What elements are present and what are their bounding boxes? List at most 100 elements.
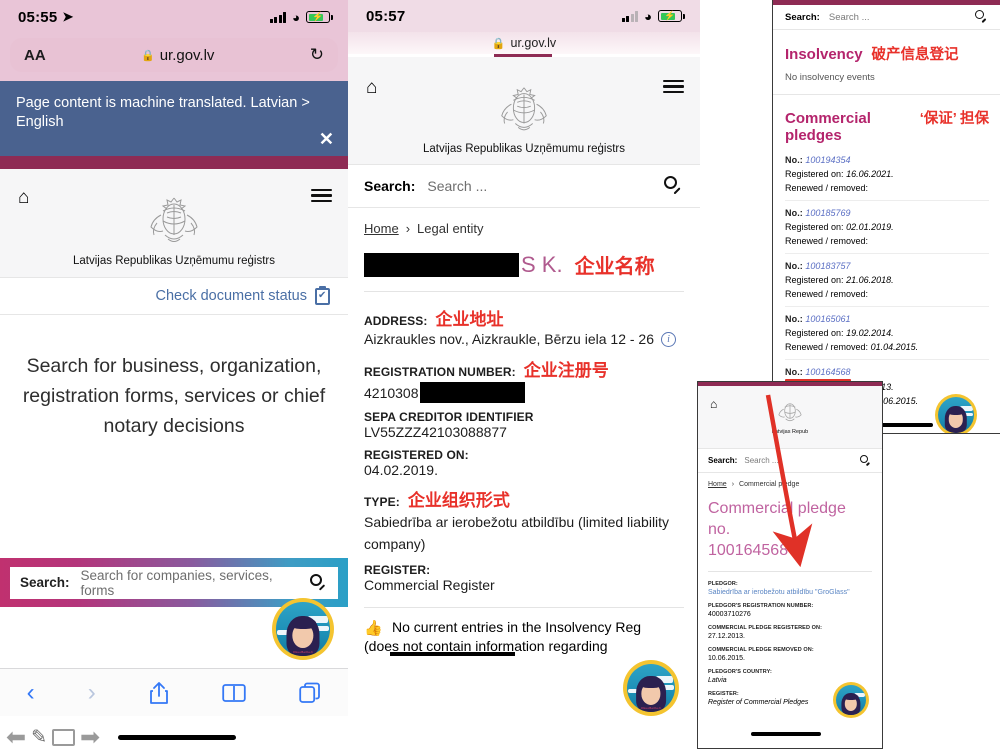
left-arrow-icon[interactable]: ⬅ <box>6 723 26 749</box>
pledge-renewed-label: Renewed / removed: <box>785 236 869 246</box>
field-label: PLEDGOR: <box>708 581 738 587</box>
pledge-no-label: No.: <box>785 155 803 165</box>
url-value: ur.gov.lv <box>159 46 215 64</box>
thumbs-up-icon: 👍 <box>364 620 383 637</box>
right-search-row[interactable]: Search: Search ... <box>773 5 1000 30</box>
search-input-wrap[interactable]: Search: Search for companies, services, … <box>10 566 338 599</box>
pledge-no-value[interactable]: 100165061 <box>805 314 850 324</box>
list-item[interactable]: No.: 100194354 Registered on: 16.06.2021… <box>785 155 989 201</box>
list-item[interactable]: No.: 100165061 Registered on: 19.02.2014… <box>785 314 989 360</box>
hamburger-menu-icon[interactable] <box>311 189 332 203</box>
avatar: #GuoBeiKeJi <box>623 660 679 716</box>
field-registration-number: REGISTRATION NUMBER: 企业注册号 4210308 <box>364 356 684 403</box>
forward-chevron-icon[interactable]: › <box>88 679 96 707</box>
left-status-time-group: 05:55 ➤ <box>18 9 73 26</box>
url-text: 🔒 ur.gov.lv <box>141 47 214 64</box>
middle-phone-panel: 05:57 ◕ ⚡ 🔒 ur.gov.lv ⌂ Latvijas Republi… <box>348 0 700 749</box>
home-indicator <box>118 735 236 740</box>
book-icon[interactable] <box>222 683 246 703</box>
status-time: 05:55 <box>18 8 58 26</box>
address-bar[interactable]: AA 🔒 ur.gov.lv ↻ <box>10 38 338 72</box>
close-icon[interactable]: ✕ <box>319 129 334 150</box>
breadcrumb: Home › Legal entity <box>348 208 700 236</box>
home-icon[interactable]: ⌂ <box>710 397 717 411</box>
home-icon[interactable]: ⌂ <box>18 187 29 209</box>
tabs-icon[interactable] <box>299 682 321 704</box>
field-value: 10.06.2015. <box>708 655 745 662</box>
reload-icon[interactable]: ↻ <box>310 45 324 65</box>
pledge-registered-value: 21.06.2018. <box>846 275 894 285</box>
left-browser-chrome: AA 🔒 ur.gov.lv ↻ <box>0 34 348 81</box>
search-icon[interactable] <box>664 176 684 196</box>
pledge-renewed-label: Renewed / removed: <box>785 183 869 193</box>
lock-icon: 🔒 <box>491 37 506 50</box>
translate-banner-text: Page content is machine translated. Latv… <box>16 95 310 130</box>
pledge-registered-label: Registered on: <box>785 222 844 232</box>
field-label: COMMERCIAL PLEDGE REGISTERED ON: <box>708 625 823 631</box>
battery-charging-icon: ⚡ <box>306 11 333 23</box>
right-arrow-icon[interactable]: ➡ <box>80 723 100 749</box>
search-icon[interactable] <box>860 454 872 467</box>
field-value: 4210308 <box>364 384 419 401</box>
search-icon[interactable] <box>310 573 328 592</box>
text-size-button[interactable]: AA <box>24 47 46 64</box>
search-icon[interactable] <box>975 10 989 24</box>
right-phone-panel: Search: Search ... Insolvency 破产信息登记 No … <box>772 0 1000 434</box>
insolvency-annotation: 破产信息登记 <box>871 47 959 63</box>
accessibility-toolbar[interactable]: ⬅ ✎ ➡ <box>6 723 100 749</box>
search-input[interactable]: Search for companies, services, forms <box>81 568 310 598</box>
search-label: Search: <box>20 575 70 590</box>
pledge-no-value[interactable]: 100185769 <box>805 208 850 218</box>
latvia-coat-of-arms-icon <box>501 87 547 131</box>
field-annotation: 企业注册号 <box>523 361 609 380</box>
url-value: ur.gov.lv <box>510 36 557 50</box>
avatar-image: #GuoBeiKeJi <box>626 663 676 713</box>
field-label: REGISTER: <box>364 563 431 577</box>
pledge-no-value[interactable]: 100183757 <box>805 261 850 271</box>
breadcrumb-home[interactable]: Home <box>364 221 399 236</box>
home-indicator <box>751 732 821 736</box>
info-icon[interactable]: i <box>661 331 676 347</box>
home-icon[interactable]: ⌂ <box>366 77 377 99</box>
middle-search-row[interactable]: Search: Search ... <box>348 164 700 208</box>
pledge-no-value[interactable]: 100164568 <box>805 367 850 377</box>
hero-heading: Search for business, organization, regis… <box>22 355 326 437</box>
redaction-block <box>364 252 519 277</box>
share-icon[interactable] <box>149 681 169 705</box>
list-item[interactable]: No.: 100185769 Registered on: 02.01.2019… <box>785 208 989 254</box>
field-address: ADDRESS: 企业地址 Aizkraukles nov., Aizkrauk… <box>364 305 684 347</box>
middle-url-strip[interactable]: 🔒 ur.gov.lv <box>348 32 700 54</box>
avatar-image <box>937 396 975 433</box>
back-chevron-icon[interactable]: ‹ <box>27 679 35 707</box>
left-site-header: ⌂ Latvijas Republikas Uzņēmumu reģistrs <box>0 169 348 277</box>
red-arrow-connector <box>765 394 813 568</box>
list-item[interactable]: No.: 100183757 Registered on: 21.06.2018… <box>785 261 989 307</box>
middle-status-bar: 05:57 ◕ ⚡ <box>348 0 700 32</box>
left-status-indicators: ◕ ⚡ <box>269 9 333 25</box>
search-input[interactable]: Search ... <box>829 12 975 23</box>
field-pledge-registered-on: COMMERCIAL PLEDGE REGISTERED ON: 27.12.2… <box>708 625 872 640</box>
field-label: ADDRESS: <box>364 314 428 328</box>
pledge-renewed-label: Renewed / removed: <box>785 342 869 352</box>
check-document-status-label[interactable]: Check document status <box>155 288 307 304</box>
pen-icon[interactable]: ✎ <box>31 726 47 749</box>
pledge-no-value[interactable]: 100194354 <box>805 155 850 165</box>
list-icon[interactable] <box>52 729 76 746</box>
field-annotation: 企业组织形式 <box>407 491 510 510</box>
wifi-icon: ◕ <box>292 9 300 25</box>
breadcrumb-home[interactable]: Home <box>708 481 727 488</box>
wifi-icon: ◕ <box>644 8 652 24</box>
field-value: Aizkraukles nov., Aizkraukle, Bērzu iela… <box>364 331 654 347</box>
avatar-image: #GuoBeiKeJi <box>276 602 330 656</box>
pledge-renewed-value: 01.04.2015. <box>870 342 919 352</box>
hamburger-menu-icon[interactable] <box>663 80 684 94</box>
field-label: PLEDGOR'S REGISTRATION NUMBER: <box>708 603 814 609</box>
clipboard-check-icon[interactable] <box>315 285 330 305</box>
check-document-status-row[interactable]: Check document status <box>0 277 348 315</box>
field-pledgor-reg-no: PLEDGOR'S REGISTRATION NUMBER: 400037102… <box>708 603 872 618</box>
search-label: Search: <box>785 11 820 23</box>
insolvency-section: Insolvency 破产信息登记 No insolvency events <box>773 30 1000 95</box>
search-input[interactable]: Search ... <box>427 178 664 194</box>
field-value[interactable]: Sabiedrība ar ierobežotu atbildību "GroG… <box>708 589 872 596</box>
avatar-image <box>835 684 867 716</box>
